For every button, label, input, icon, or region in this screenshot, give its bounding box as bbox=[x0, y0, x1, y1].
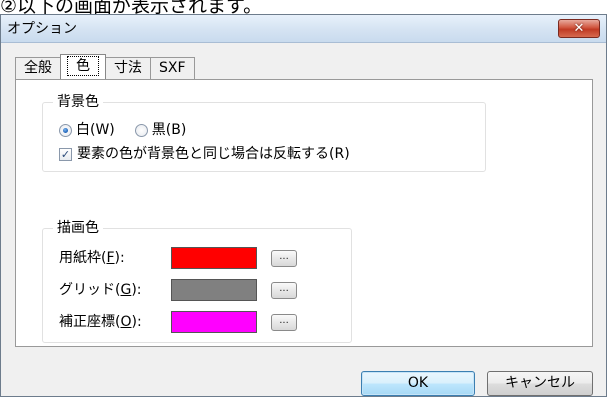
color-row-grid: グリッド(G): ... bbox=[59, 279, 297, 301]
tab-strip: 全般 色 寸法 SXF bbox=[15, 54, 195, 79]
radio-white[interactable]: 白(W) bbox=[59, 121, 115, 139]
cancel-button[interactable]: キャンセル bbox=[487, 371, 593, 396]
paper-frame-color-picker-button[interactable]: ... bbox=[271, 249, 297, 267]
radio-black[interactable]: 黒(B) bbox=[134, 121, 187, 139]
paper-frame-label: 用紙枠(F): bbox=[59, 250, 125, 266]
tab-sxf-label: SXF bbox=[159, 60, 186, 76]
tab-dimension[interactable]: 寸法 bbox=[105, 57, 151, 79]
grid-label: グリッド(G): bbox=[59, 282, 142, 298]
options-dialog: オプション ✕ 全般 色 寸法 SXF 背景色 白(W) 黒(B) ✓ 要素の色… bbox=[0, 14, 607, 397]
tab-general[interactable]: 全般 bbox=[15, 57, 61, 79]
background-radio-row: 白(W) 黒(B) bbox=[59, 121, 206, 139]
invert-checkbox[interactable]: ✓ bbox=[59, 147, 72, 161]
invert-checkbox-row[interactable]: ✓ 要素の色が背景色と同じ場合は反転する(R) bbox=[59, 145, 350, 163]
color-row-paper-frame: 用紙枠(F): ... bbox=[59, 247, 297, 269]
invert-checkbox-label: 要素の色が背景色と同じ場合は反転する(R) bbox=[77, 146, 350, 162]
paper-frame-color-swatch bbox=[171, 247, 257, 269]
drawing-color-group: 描画色 用紙枠(F): ... グリッド(G): ... 補正座標(O): ..… bbox=[42, 219, 352, 343]
tab-dimension-label: 寸法 bbox=[114, 60, 142, 76]
ok-button[interactable]: OK bbox=[361, 371, 475, 396]
tab-sxf[interactable]: SXF bbox=[150, 57, 195, 79]
tab-panel: 背景色 白(W) 黒(B) ✓ 要素の色が背景色と同じ場合は反転する(R) 描画… bbox=[15, 79, 593, 347]
grid-color-swatch bbox=[171, 279, 257, 301]
drawing-color-group-label: 描画色 bbox=[53, 219, 103, 237]
radio-black-label: 黒(B) bbox=[151, 122, 187, 138]
color-row-correction-coordinates: 補正座標(O): ... bbox=[59, 311, 297, 333]
radio-white-label: 白(W) bbox=[76, 122, 115, 138]
grid-color-picker-button[interactable]: ... bbox=[271, 281, 297, 299]
tab-color[interactable]: 色 bbox=[60, 54, 106, 79]
background-color-group: 背景色 白(W) 黒(B) ✓ 要素の色が背景色と同じ場合は反転する(R) bbox=[42, 93, 486, 172]
title-bar: オプション ✕ bbox=[1, 15, 606, 43]
radio-black-indicator[interactable] bbox=[134, 123, 148, 137]
checkmark-icon: ✓ bbox=[60, 147, 71, 161]
radio-white-indicator[interactable] bbox=[59, 123, 72, 137]
correction-coordinates-color-swatch bbox=[171, 311, 257, 333]
close-icon: ✕ bbox=[573, 21, 585, 36]
background-color-group-label: 背景色 bbox=[53, 93, 103, 111]
correction-coordinates-label: 補正座標(O): bbox=[59, 314, 142, 330]
tab-color-label: 色 bbox=[67, 56, 99, 76]
dialog-title: オプション bbox=[7, 21, 77, 37]
correction-coordinates-color-picker-button[interactable]: ... bbox=[271, 313, 297, 331]
tab-general-label: 全般 bbox=[24, 60, 52, 76]
close-button[interactable]: ✕ bbox=[558, 19, 600, 38]
